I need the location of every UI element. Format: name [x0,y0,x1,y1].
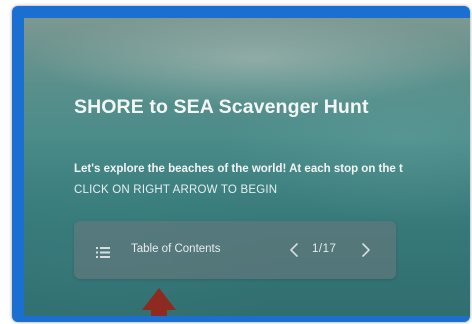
slide-instruction: CLICK ON RIGHT ARROW TO BEGIN [74,184,278,196]
chevron-right-icon[interactable] [358,241,374,259]
slide-subtitle: Let's explore the beaches of the world! … [74,163,403,175]
page-indicator: 1/17 [312,243,337,255]
slide-background-ocean: SHORE to SEA Scavenger Hunt Let's explor… [24,18,470,316]
table-of-contents-label[interactable]: Table of Contents [131,243,221,255]
arrow-up-pointer-icon [140,286,178,316]
list-icon[interactable] [96,245,110,258]
slide-frame: SHORE to SEA Scavenger Hunt Let's explor… [12,6,470,322]
slide-title: SHORE to SEA Scavenger Hunt [74,96,369,118]
chevron-left-icon[interactable] [286,241,302,259]
table-of-contents-bar[interactable]: Table of Contents 1/17 [74,221,396,279]
